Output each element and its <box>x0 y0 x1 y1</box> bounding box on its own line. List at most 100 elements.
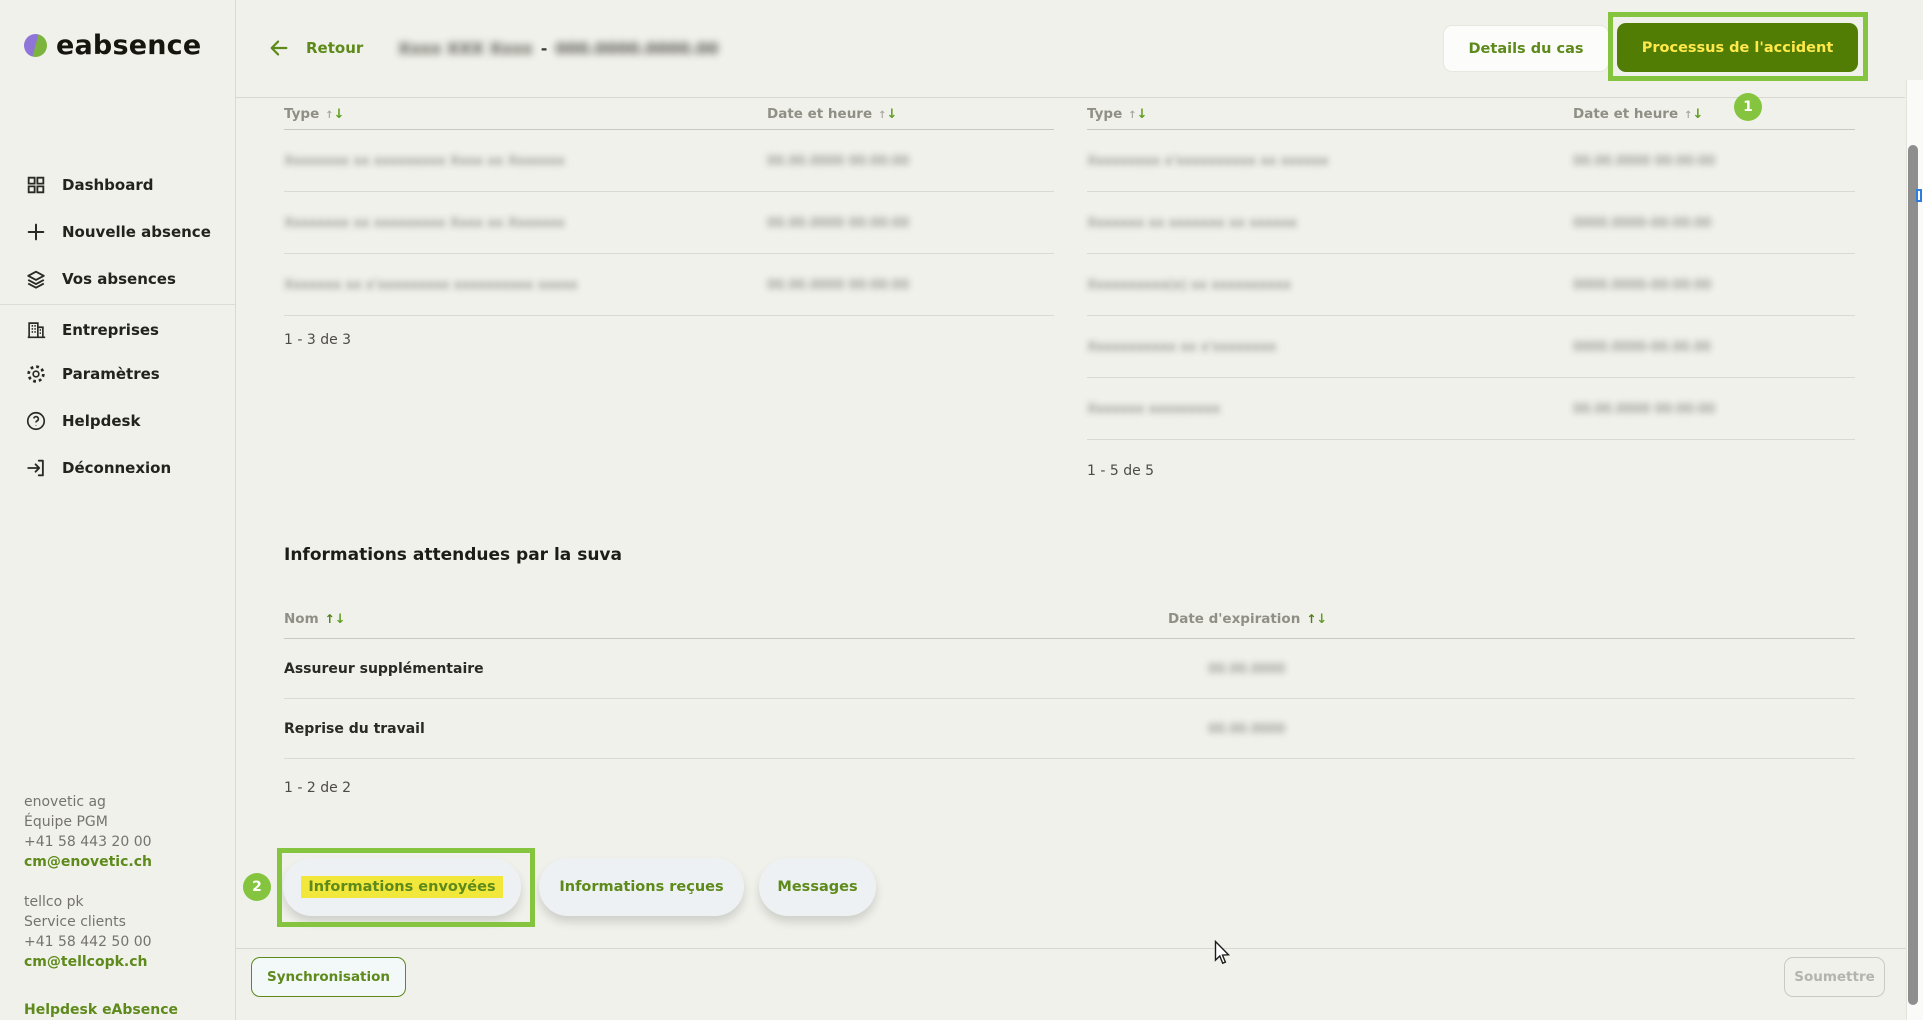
table-row[interactable]: Xxxxxxxx xx xxxxxxxxx Xxxx xx Xxxxxxx 00… <box>284 130 1054 192</box>
table-row[interactable]: Reprise du travail 00.00.0000 <box>284 699 1855 759</box>
cell-date-redacted: 0000.0000-00:00:00 <box>1573 215 1855 231</box>
cell-date-redacted: 00.00.0000 00:00:00 <box>767 153 1054 169</box>
tab-label-highlighted: Informations envoyées <box>301 876 502 898</box>
email-link-enovetic[interactable]: cm@enovetic.ch <box>24 852 152 872</box>
case-number-redacted: 000.0000.0000.00 <box>555 39 718 58</box>
contact-line: tellco pk <box>24 892 152 912</box>
sent-info-table-left: Type↑↓ Date et heure↑↓ Xxxxxxxx xx xxxxx… <box>284 98 1054 316</box>
suva-section-title: Informations attendues par la suva <box>284 545 622 565</box>
tab-informations-recues[interactable]: Informations reçues <box>539 858 744 916</box>
helpdesk-eabsence-link[interactable]: Helpdesk eAbsence <box>24 1000 178 1020</box>
sidebar: eabsence Dashboard Nouvelle absence Vos … <box>0 0 236 1020</box>
sidebar-contact-tellco: tellco pk Service clients +41 58 442 50 … <box>24 892 152 972</box>
sent-info-table-right: Type↑↓ Date et heure↑↓ Xxxxxxxxx x'xxxxx… <box>1087 98 1855 440</box>
table-body: Xxxxxxxx xx xxxxxxxxx Xxxx xx Xxxxxxx 00… <box>284 130 1054 316</box>
sidebar-item-nouvelle-absence[interactable]: Nouvelle absence <box>25 220 211 244</box>
cell-date-redacted: 00.00.0000 00:00:00 <box>767 215 1054 231</box>
sidebar-item-label: Nouvelle absence <box>62 223 211 241</box>
tab-informations-envoyees[interactable]: Informations envoyées <box>283 858 521 916</box>
tab-processus-accident[interactable]: Processus de l'accident <box>1617 23 1858 72</box>
cell-type-redacted: Xxxxxxxxxx(x) xx xxxxxxxxxx <box>1087 277 1573 293</box>
column-header-nom: Nom↑↓ <box>284 611 1168 627</box>
help-circle-icon <box>25 410 47 432</box>
case-title-separator: - <box>541 39 548 58</box>
scroll-position-marker <box>1916 189 1922 202</box>
sidebar-item-label: Helpdesk <box>62 412 140 430</box>
pagination-right-table: 1 - 5 de 5 <box>1087 463 1154 479</box>
contact-line: enovetic ag <box>24 792 152 812</box>
contact-line: +41 58 442 50 00 <box>24 932 152 952</box>
soumettre-button-disabled[interactable]: Soumettre <box>1784 957 1885 997</box>
scrollbar-thumb[interactable] <box>1908 145 1918 1005</box>
case-title: Xxxx XXX Xxxx - 000.0000.0000.00 <box>398 39 718 58</box>
contact-line: Équipe PGM <box>24 812 152 832</box>
annotation-badge-2: 2 <box>243 873 271 901</box>
table-body: Xxxxxxxxx x'xxxxxxxxxx xx xxxxxx 00.00.0… <box>1087 130 1855 440</box>
brand-logo-icon <box>24 34 47 57</box>
tab-details-du-cas[interactable]: Details du cas <box>1443 25 1609 72</box>
annotation-badge-1: 1 <box>1734 93 1762 121</box>
sort-icon[interactable]: ↑↓ <box>878 107 897 122</box>
cell-type-redacted: Xxxxxxx xx xxxxxxx xx xxxxxx <box>1087 215 1573 231</box>
sidebar-item-label: Vos absences <box>62 270 176 288</box>
sidebar-item-label: Paramètres <box>62 365 160 383</box>
cell-type-redacted: Xxxxxxxx xx xxxxxxxxx Xxxx xx Xxxxxxx <box>284 215 767 231</box>
sidebar-item-dashboard[interactable]: Dashboard <box>25 173 153 197</box>
sidebar-item-label: Dashboard <box>62 176 153 194</box>
cell-expiration-redacted: 00.00.0000 <box>1168 721 1855 737</box>
table-row[interactable]: Xxxxxxxx xx xxxxxxxxx Xxxx xx Xxxxxxx 00… <box>284 192 1054 254</box>
email-link-tellco[interactable]: cm@tellcopk.ch <box>24 952 152 972</box>
bottom-divider <box>236 948 1923 949</box>
tab-messages[interactable]: Messages <box>759 858 876 916</box>
sidebar-item-entreprises[interactable]: Entreprises <box>25 318 159 342</box>
table-row[interactable]: Xxxxxxx xxxxxxxxx 00.00.0000 00:00:00 <box>1087 378 1855 440</box>
cell-type-redacted: Xxxxxxxx xx xxxxxxxxx Xxxx xx Xxxxxxx <box>284 153 767 169</box>
sidebar-divider <box>0 304 235 305</box>
mouse-cursor <box>1214 940 1231 969</box>
synchronisation-button[interactable]: Synchronisation <box>251 957 406 997</box>
cell-date-redacted: 0000.0000-00:00:00 <box>1573 277 1855 293</box>
sort-icon[interactable]: ↑↓ <box>1128 107 1147 122</box>
column-header-type: Type↑↓ <box>284 106 767 122</box>
table-header-row: Type↑↓ Date et heure↑↓ <box>284 98 1054 130</box>
sort-icon[interactable]: ↑↓ <box>1684 107 1703 122</box>
cell-type-redacted: Xxxxxxxxx x'xxxxxxxxxx xx xxxxxx <box>1087 153 1573 169</box>
sidebar-item-helpdesk[interactable]: Helpdesk <box>25 409 140 433</box>
arrow-left-icon <box>268 37 290 59</box>
table-row[interactable]: Xxxxxxxxxx(x) xx xxxxxxxxxx 0000.0000-00… <box>1087 254 1855 316</box>
cell-type-redacted: Xxxxxxx xx x'xxxxxxxxx xxxxxxxxxx xxxxx <box>284 277 767 293</box>
table-row[interactable]: Xxxxxxx xx x'xxxxxxxxx xxxxxxxxxx xxxxx … <box>284 254 1054 316</box>
sidebar-item-label: Déconnexion <box>62 459 171 477</box>
cell-date-redacted: 00.00.0000 00:00:00 <box>1573 401 1855 417</box>
back-label: Retour <box>306 39 363 57</box>
back-button[interactable]: Retour <box>268 37 363 59</box>
layers-icon <box>25 268 47 290</box>
contact-line: +41 58 443 20 00 <box>24 832 152 852</box>
sidebar-contact-enovetic: enovetic ag Équipe PGM +41 58 443 20 00 … <box>24 792 152 872</box>
table-row[interactable]: Xxxxxxx xx xxxxxxx xx xxxxxx 0000.0000-0… <box>1087 192 1855 254</box>
sort-icon[interactable]: ↑↓ <box>325 107 344 122</box>
table-header-row: Nom↑↓ Date d'expiration↑↓ <box>284 600 1855 639</box>
cell-expiration-redacted: 00.00.0000 <box>1168 661 1855 677</box>
brand-name: eabsence <box>56 30 201 61</box>
sort-icon[interactable]: ↑↓ <box>1306 612 1327 627</box>
table-row[interactable]: Xxxxxxxxxxx xx x'xxxxxxxx 0000.0000-00.0… <box>1087 316 1855 378</box>
column-header-expiration: Date d'expiration↑↓ <box>1168 611 1855 627</box>
plus-icon <box>25 221 47 243</box>
contact-line: Service clients <box>24 912 152 932</box>
sidebar-item-deconnexion[interactable]: Déconnexion <box>25 456 171 480</box>
cell-date-redacted: 0000.0000-00.00.00 <box>1573 339 1855 355</box>
sort-icon[interactable]: ↑↓ <box>325 612 346 627</box>
table-row[interactable]: Xxxxxxxxx x'xxxxxxxxxx xx xxxxxx 00.00.0… <box>1087 130 1855 192</box>
logout-icon <box>25 457 47 479</box>
suva-table: Nom↑↓ Date d'expiration↑↓ Assureur suppl… <box>284 600 1855 759</box>
sidebar-item-vos-absences[interactable]: Vos absences <box>25 267 176 291</box>
dashboard-grid-icon <box>25 174 47 196</box>
cell-name: Reprise du travail <box>284 721 1168 737</box>
cell-date-redacted: 00.00.0000 00:00:00 <box>767 277 1054 293</box>
case-person-name-redacted: Xxxx XXX Xxxx <box>398 39 533 58</box>
brand-logo: eabsence <box>24 30 201 61</box>
table-body: Assureur supplémentaire 00.00.0000 Repri… <box>284 639 1855 759</box>
table-row[interactable]: Assureur supplémentaire 00.00.0000 <box>284 639 1855 699</box>
sidebar-item-parametres[interactable]: Paramètres <box>25 362 160 386</box>
